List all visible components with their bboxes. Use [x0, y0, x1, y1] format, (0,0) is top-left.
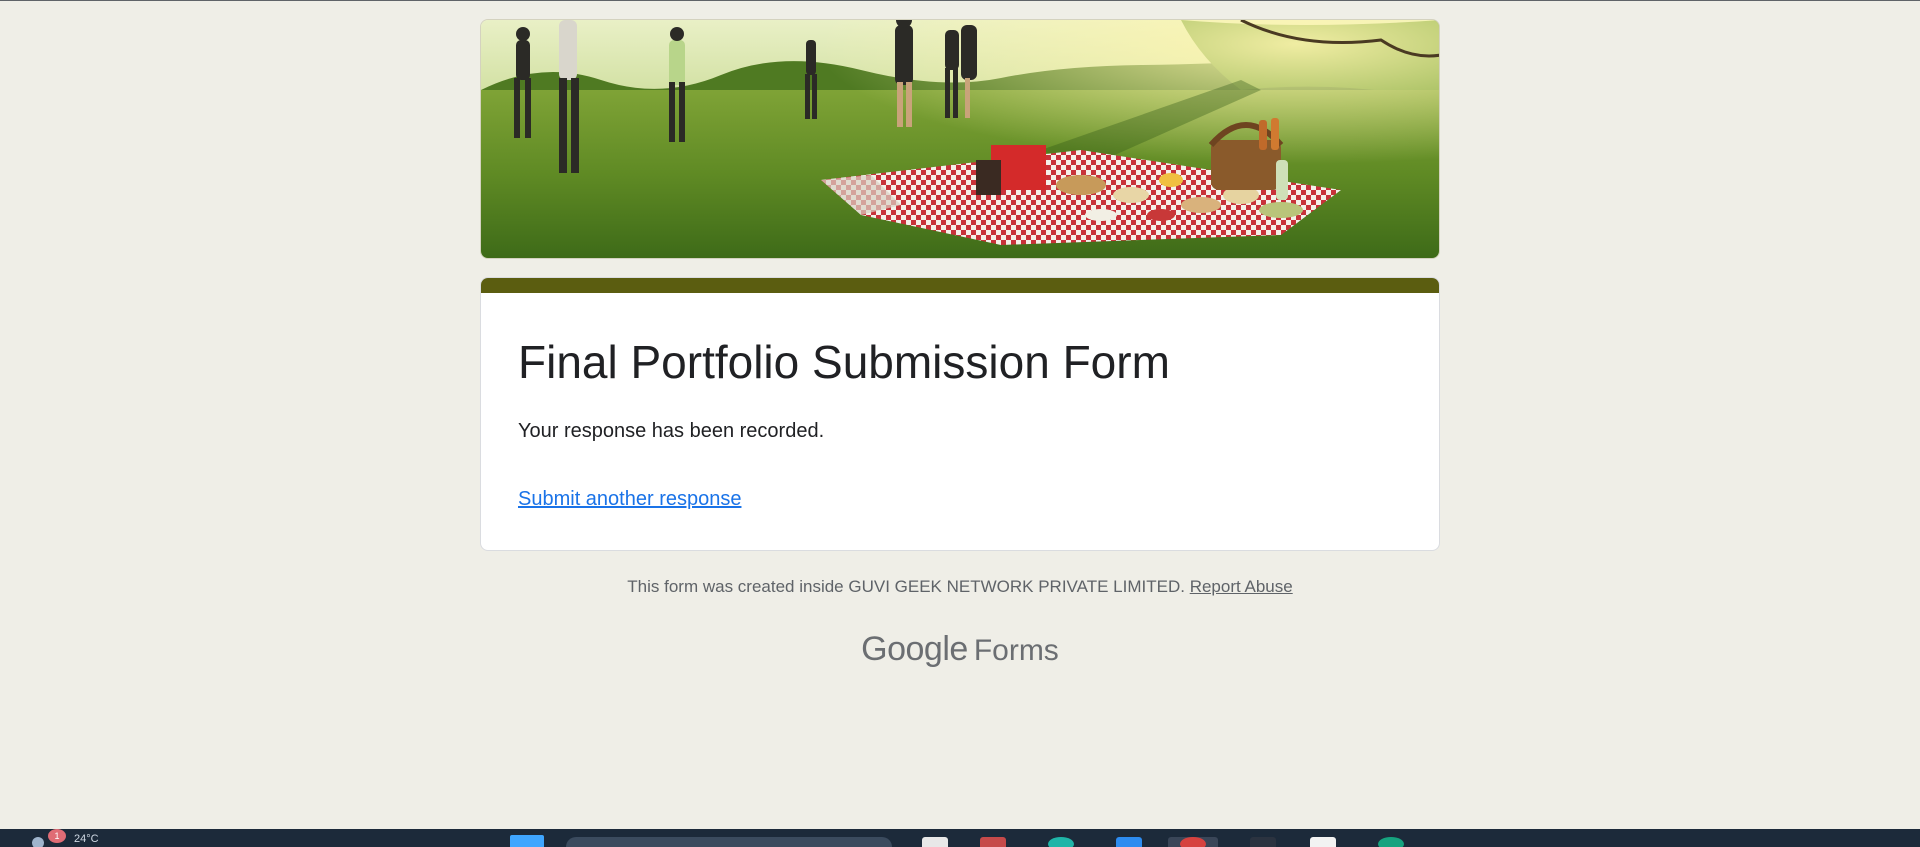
- notepad-icon[interactable]: [1310, 837, 1336, 847]
- chatgpt-icon[interactable]: [1378, 837, 1404, 847]
- edge-icon[interactable]: [1048, 837, 1074, 847]
- start-menu-icon[interactable]: [510, 835, 544, 847]
- window-top-edge: [0, 0, 1920, 1]
- store-icon[interactable]: [1116, 837, 1142, 847]
- forms-wordmark: Forms: [973, 634, 1059, 667]
- notification-badge: 1: [48, 829, 66, 843]
- header-banner-image: [480, 19, 1440, 259]
- card-accent-bar: [481, 278, 1439, 293]
- search-box[interactable]: [566, 837, 892, 847]
- report-abuse-link[interactable]: Report Abuse: [1190, 577, 1293, 596]
- task-view-icon[interactable]: [922, 837, 948, 847]
- form-page: Final Portfolio Submission Form Your res…: [480, 19, 1440, 668]
- form-title: Final Portfolio Submission Form: [518, 336, 1170, 388]
- footer-created-by-text: This form was created inside GUVI GEEK N…: [627, 577, 1185, 596]
- confirmation-message: Your response has been recorded.: [518, 420, 825, 442]
- taskbar: 1 24°C: [0, 829, 1920, 847]
- app-icon[interactable]: [1180, 837, 1206, 847]
- picnic-banner-illustration: [481, 20, 1439, 258]
- file-explorer-icon[interactable]: [980, 837, 1006, 847]
- submit-another-response-link[interactable]: Submit another response: [518, 486, 741, 512]
- terminal-icon[interactable]: [1250, 837, 1276, 847]
- google-forms-logo[interactable]: Google Forms: [480, 630, 1440, 669]
- confirmation-card: Final Portfolio Submission Form Your res…: [480, 277, 1440, 551]
- footer-note: This form was created inside GUVI GEEK N…: [480, 576, 1440, 598]
- google-wordmark: Google: [861, 630, 968, 668]
- temperature-readout[interactable]: 24°C: [74, 833, 99, 845]
